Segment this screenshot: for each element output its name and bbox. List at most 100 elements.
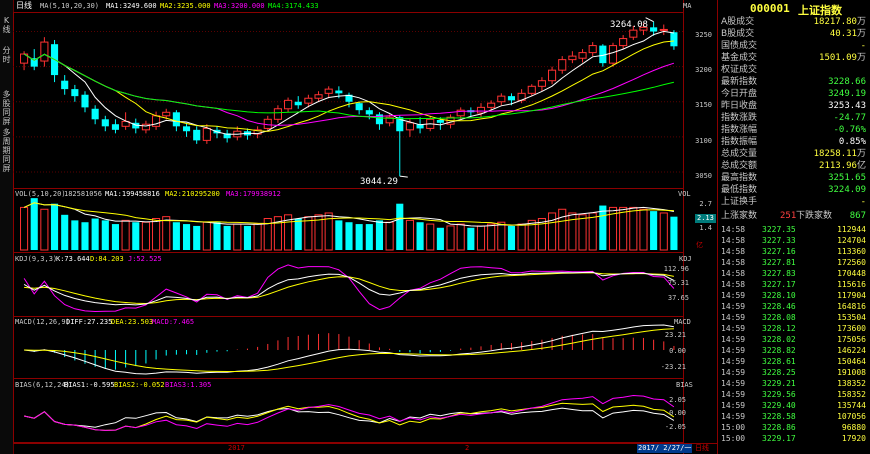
tick-row: 14:58 3227.33 124704 — [718, 235, 870, 246]
candle-body — [619, 38, 628, 47]
quote-row: 昨日收盘 3253.43 — [718, 101, 870, 112]
tick-time: 14:59 — [721, 302, 746, 311]
tick-price: 3227.81 — [762, 258, 796, 267]
corner-ma-label: MA — [683, 2, 692, 10]
volume-bar — [40, 208, 49, 251]
bias-2: BIAS2:-0.052 — [114, 381, 165, 389]
tick-time: 14:58 — [721, 280, 746, 289]
tick-time: 14:58 — [721, 247, 746, 256]
volume-bar — [568, 212, 577, 251]
candle-body — [548, 69, 557, 82]
ma-line — [23, 53, 675, 120]
tick-row: 14:59 3228.02 175056 — [718, 334, 870, 345]
tick-time: 14:59 — [721, 357, 746, 366]
tab-multi-stock[interactable]: 多股同屏 — [0, 90, 13, 126]
candle-body — [436, 120, 444, 123]
candle-body — [659, 28, 668, 31]
bias-line — [23, 407, 675, 428]
volume-bar — [396, 203, 404, 250]
quote-row: 指数振幅 0.85% — [718, 137, 870, 148]
volume-bar — [121, 219, 130, 251]
volume-bar — [487, 223, 496, 251]
volume-bar — [81, 222, 89, 250]
quote-value: 18217.80 — [813, 17, 857, 27]
candle-body — [294, 101, 302, 106]
volume-bar — [659, 212, 668, 251]
volume-bar — [345, 222, 353, 250]
updown-row: 上涨家数 251 下跌家数 867 — [718, 211, 870, 222]
quote-value-wrap: 0.85% — [839, 137, 866, 148]
quote-label: 国债成交 — [721, 41, 758, 51]
tick-vol: 146224 — [837, 346, 866, 355]
volume-bar — [365, 224, 373, 250]
quote-value-wrap: - — [861, 197, 866, 208]
volume-bar — [650, 211, 658, 250]
quote-unit: 亿 — [856, 161, 866, 171]
quote-value: 2113.96 — [819, 161, 857, 171]
candle-body — [284, 99, 293, 110]
quote-label: 最新指数 — [721, 77, 758, 87]
tab-multi-period[interactable]: 多周期同屏 — [0, 128, 13, 173]
candle-body — [40, 41, 49, 62]
tick-time: 15:00 — [721, 423, 746, 432]
tick-row: 14:59 3229.21 138352 — [718, 378, 870, 389]
quote-value: 3249.19 — [828, 89, 866, 99]
low-marker: 3044.29 — [360, 177, 398, 187]
tick-price: 3228.12 — [762, 324, 796, 333]
vol-axis-top: 2.7 — [699, 200, 712, 208]
tick-row: 14:59 3228.61 150464 — [718, 356, 870, 367]
bias-1: BIAS1:-0.595 — [64, 381, 115, 389]
candle-body — [111, 124, 120, 130]
quote-label: 指数涨幅 — [721, 125, 758, 135]
tick-time: 14:59 — [721, 401, 746, 410]
tick-vol: 115616 — [837, 280, 866, 289]
quote-label: 总成交额 — [721, 161, 758, 171]
tab-kline[interactable]: K线 — [0, 16, 13, 38]
xaxis-period-tag[interactable]: 日线 — [695, 444, 709, 453]
tick-price: 3228.10 — [762, 291, 796, 300]
tick-vol: 135744 — [837, 401, 866, 410]
tick-time: 14:59 — [721, 390, 746, 399]
quote-unit: 万 — [856, 17, 866, 27]
candle-body — [670, 32, 678, 47]
candle-body — [588, 45, 597, 54]
tab-timeshare[interactable]: 分时 — [0, 46, 13, 68]
tick-vol: 158352 — [837, 390, 866, 399]
volume-bar — [548, 212, 557, 251]
quote-value: 18258.11 — [813, 149, 857, 159]
tick-price: 3229.17 — [762, 434, 796, 443]
tick-row: 14:59 3228.10 117904 — [718, 290, 870, 301]
candle-body — [304, 97, 313, 104]
tick-vol: 17920 — [841, 434, 866, 443]
quote-unit: 万 — [856, 149, 866, 159]
quote-label: 昨日收盘 — [721, 101, 758, 111]
up-count: 251 — [780, 211, 797, 221]
tick-price: 3227.35 — [762, 225, 796, 234]
volume-bar — [233, 223, 242, 251]
tick-price: 3229.56 — [762, 390, 796, 399]
candle-body — [101, 119, 109, 127]
quote-value: -24.77 — [833, 113, 866, 123]
volume-bar — [588, 212, 597, 251]
tick-price: 3228.25 — [762, 368, 796, 377]
candle-body — [405, 122, 414, 131]
candle-body — [608, 45, 618, 64]
quote-unit: 万 — [856, 29, 866, 39]
ma-line — [23, 40, 674, 132]
quote-row: 最低指数 3224.09 — [718, 185, 870, 196]
quote-label: 指数振幅 — [721, 137, 758, 147]
tick-vol: 107056 — [837, 412, 866, 421]
volume-bar — [132, 222, 140, 250]
quote-value: 3228.66 — [828, 77, 866, 87]
vol-ma2: MA2:210295200 — [165, 190, 220, 198]
volume-bar — [253, 223, 262, 251]
bias-axis-1: 0.00 — [669, 409, 686, 417]
macd-tag: MACD — [674, 318, 691, 326]
quote-label: 总成交量 — [721, 149, 758, 159]
kdj-line — [23, 271, 675, 306]
candle-body — [91, 108, 99, 120]
kdj-axis-1: 75.31 — [667, 279, 689, 287]
quote-row: 总成交额 2113.96亿 — [718, 161, 870, 172]
volume-bar — [629, 206, 638, 251]
volume-bar — [375, 220, 384, 250]
